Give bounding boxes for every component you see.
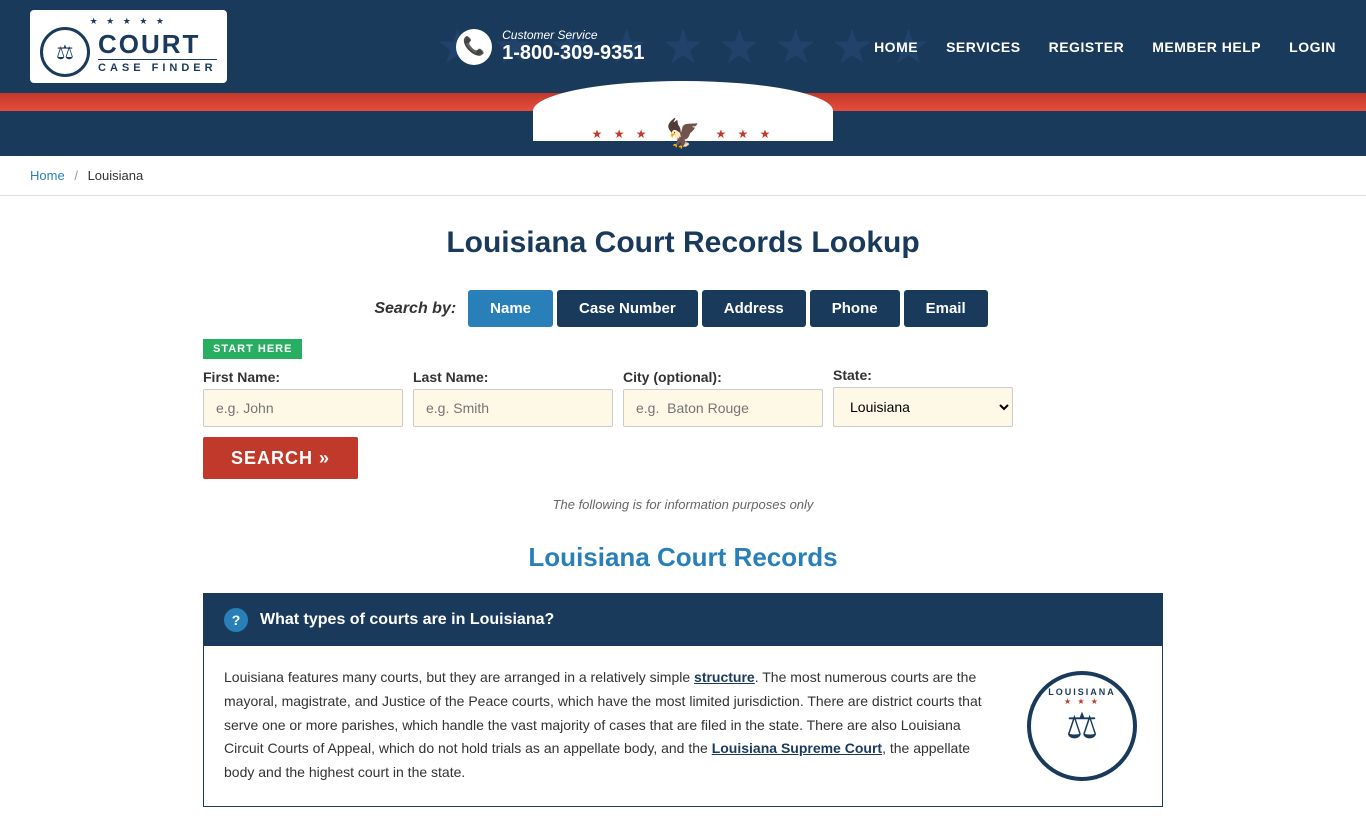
eagle-stars-left: ★ ★ ★ bbox=[592, 127, 651, 141]
breadcrumb-current: Louisiana bbox=[88, 168, 144, 183]
logo-area: ★ ★ ★ ★ ★ COURT CASE FINDER bbox=[30, 10, 227, 83]
page-title: Louisiana Court Records Lookup bbox=[203, 226, 1163, 260]
logo-box: ★ ★ ★ ★ ★ COURT CASE FINDER bbox=[30, 10, 227, 83]
eagle-stars-right: ★ ★ ★ bbox=[715, 127, 774, 141]
last-name-label: Last Name: bbox=[413, 369, 613, 385]
tab-phone[interactable]: Phone bbox=[810, 290, 900, 327]
faq-icon: ? bbox=[224, 608, 248, 632]
tab-email[interactable]: Email bbox=[904, 290, 988, 327]
search-button-label: SEARCH » bbox=[231, 448, 330, 469]
city-label: City (optional): bbox=[623, 369, 823, 385]
city-input[interactable] bbox=[623, 389, 823, 427]
tab-name[interactable]: Name bbox=[468, 290, 553, 327]
customer-service-area: 📞 Customer Service 1-800-309-9351 bbox=[456, 28, 644, 65]
search-tabs-row: Search by: Name Case Number Address Phon… bbox=[203, 290, 1163, 327]
nav-member-help[interactable]: MEMBER HELP bbox=[1152, 39, 1261, 55]
state-label: State: bbox=[833, 367, 1013, 383]
disclaimer-text: The following is for information purpose… bbox=[203, 497, 1163, 512]
nav-login[interactable]: LOGIN bbox=[1289, 39, 1336, 55]
first-name-label: First Name: bbox=[203, 369, 403, 385]
last-name-field-group: Last Name: bbox=[413, 369, 613, 427]
eagle-content: ★ ★ ★ 🦅 ★ ★ ★ bbox=[592, 117, 775, 150]
faq-item: ? What types of courts are in Louisiana?… bbox=[203, 593, 1163, 807]
cs-phone: 1-800-309-9351 bbox=[502, 42, 644, 64]
faq-text: Louisiana features many courts, but they… bbox=[224, 666, 1002, 786]
logo-emblem-icon bbox=[40, 27, 90, 77]
eagle-banner: ★ ★ ★ 🦅 ★ ★ ★ bbox=[0, 111, 1366, 156]
site-header: ★ ★ ★ ★ ★ ★ ★ ★ ★ ★ ★ ★ ★ ★ COURT CASE F… bbox=[0, 0, 1366, 93]
customer-service-text: Customer Service 1-800-309-9351 bbox=[502, 28, 644, 65]
search-button[interactable]: SEARCH » bbox=[203, 437, 358, 479]
logo-text-block: COURT CASE FINDER bbox=[98, 31, 217, 74]
tab-case-number[interactable]: Case Number bbox=[557, 290, 698, 327]
seal-inner-icon: ⚖ bbox=[1066, 705, 1098, 747]
seal-text-top: LOUISIANA bbox=[1048, 687, 1116, 697]
structure-link[interactable]: structure bbox=[694, 669, 755, 685]
logo-court-text: COURT bbox=[98, 31, 217, 57]
eagle-symbol: 🦅 bbox=[666, 117, 701, 150]
logo-stars: ★ ★ ★ ★ ★ bbox=[90, 16, 167, 27]
breadcrumb-home-link[interactable]: Home bbox=[30, 168, 65, 183]
cs-label: Customer Service bbox=[502, 28, 644, 42]
logo-icon-row: COURT CASE FINDER bbox=[40, 27, 217, 77]
nav-services[interactable]: SERVICES bbox=[946, 39, 1021, 55]
state-select[interactable]: AlabamaAlaskaArizonaArkansasCaliforniaCo… bbox=[833, 387, 1013, 427]
records-section-title: Louisiana Court Records bbox=[203, 542, 1163, 573]
start-here-badge: START HERE bbox=[203, 339, 302, 359]
city-field-group: City (optional): bbox=[623, 369, 823, 427]
last-name-input[interactable] bbox=[413, 389, 613, 427]
louisiana-seal: LOUISIANA ★ ★ ★ ⚖ bbox=[1022, 666, 1142, 786]
seal-circle: LOUISIANA ★ ★ ★ ⚖ bbox=[1027, 671, 1137, 781]
faq-icon-symbol: ? bbox=[232, 612, 241, 628]
faq-header[interactable]: ? What types of courts are in Louisiana? bbox=[204, 594, 1162, 646]
breadcrumb-separator: / bbox=[74, 168, 78, 183]
faq-body: Louisiana features many courts, but they… bbox=[204, 646, 1162, 806]
search-by-label: Search by: bbox=[374, 300, 456, 318]
state-field-group: State: AlabamaAlaskaArizonaArkansasCalif… bbox=[833, 367, 1013, 427]
search-form: First Name: Last Name: City (optional): … bbox=[203, 367, 1163, 479]
nav-home[interactable]: HOME bbox=[874, 39, 918, 55]
breadcrumb: Home / Louisiana bbox=[0, 156, 1366, 196]
supreme-court-link[interactable]: Louisiana Supreme Court bbox=[712, 740, 882, 756]
faq-question: What types of courts are in Louisiana? bbox=[260, 611, 554, 629]
phone-icon: 📞 bbox=[456, 29, 492, 65]
first-name-field-group: First Name: bbox=[203, 369, 403, 427]
nav-register[interactable]: REGISTER bbox=[1049, 39, 1125, 55]
main-content: Louisiana Court Records Lookup Search by… bbox=[183, 196, 1183, 837]
seal-stars: ★ ★ ★ bbox=[1064, 697, 1100, 706]
logo-case-finder-text: CASE FINDER bbox=[98, 59, 217, 74]
first-name-input[interactable] bbox=[203, 389, 403, 427]
main-nav: HOME SERVICES REGISTER MEMBER HELP LOGIN bbox=[874, 39, 1336, 55]
tab-address[interactable]: Address bbox=[702, 290, 806, 327]
